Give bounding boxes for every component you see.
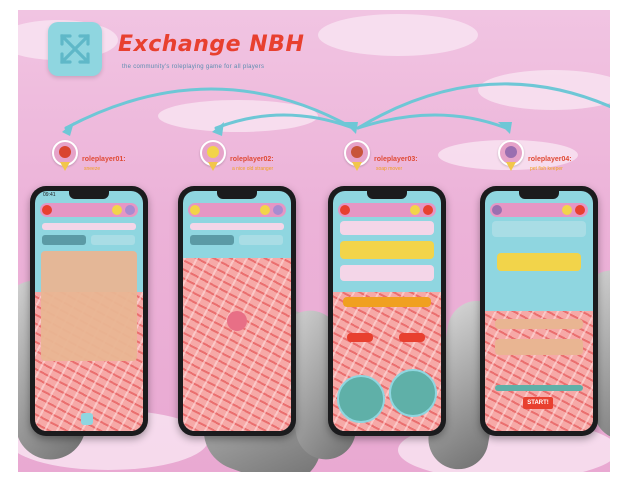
- player-name-03: roleplayer03:: [374, 156, 418, 163]
- player-sub-02: a nice old stranger: [232, 166, 274, 172]
- top-bar[interactable]: [40, 203, 138, 217]
- start-button[interactable]: START!: [523, 397, 553, 409]
- message-card: [340, 221, 434, 235]
- player-avatar-03: [344, 140, 370, 171]
- phone-mockup-01: 09:41: [30, 186, 148, 436]
- tab-button[interactable]: [42, 235, 86, 245]
- progress-bar: [495, 385, 583, 391]
- top-bar[interactable]: [490, 203, 588, 217]
- input-field[interactable]: [190, 223, 284, 230]
- player-sub-01: sneeze: [84, 166, 101, 172]
- player-sub-03: soap mover: [376, 166, 403, 172]
- player-avatar-04: [498, 140, 524, 171]
- message-card: [340, 265, 434, 281]
- choice-circle[interactable]: [337, 375, 385, 423]
- input-field[interactable]: [42, 223, 136, 230]
- info-row: [495, 319, 583, 329]
- choice-circle[interactable]: [389, 369, 437, 417]
- city-map[interactable]: [485, 311, 593, 431]
- arrowhead: [212, 122, 224, 136]
- phone-mockup-02: [178, 186, 296, 436]
- top-bar[interactable]: [188, 203, 286, 217]
- status-time: 09:41: [43, 192, 56, 198]
- phone-screen: [333, 191, 441, 431]
- tab-button[interactable]: [190, 235, 234, 245]
- phone-mockup-04: START!: [480, 186, 598, 436]
- tab-button[interactable]: [239, 235, 283, 245]
- info-row: [495, 339, 583, 355]
- message-card: [492, 221, 586, 237]
- player-name-01: roleplayer01:: [82, 156, 126, 163]
- option-button[interactable]: [399, 333, 425, 342]
- arrowhead: [62, 122, 74, 136]
- option-button[interactable]: [347, 333, 373, 342]
- highlight-card: [497, 253, 581, 271]
- arrowhead: [344, 122, 358, 134]
- action-banner[interactable]: [343, 297, 431, 307]
- tab-button[interactable]: [91, 235, 135, 245]
- info-panel: [41, 251, 137, 361]
- player-marker[interactable]: [227, 311, 247, 331]
- arc-1-3: [64, 87, 355, 130]
- player-name-04: roleplayer04:: [528, 156, 572, 163]
- exchange-arcs: [62, 82, 610, 136]
- phone-screen: [183, 191, 291, 431]
- poster-canvas: Exchange NBH the community's roleplaying…: [18, 10, 610, 472]
- player-name-02: roleplayer02:: [230, 156, 274, 163]
- player-sub-04: pet fish keeper: [530, 166, 563, 172]
- player-avatar-01: [52, 140, 78, 171]
- highlight-card: [340, 241, 434, 259]
- phone-screen: 09:41: [35, 191, 143, 431]
- phone-screen: START!: [485, 191, 593, 431]
- arrowhead: [498, 122, 512, 134]
- player-avatar-02: [200, 140, 226, 171]
- home-button[interactable]: [81, 413, 93, 425]
- top-bar[interactable]: [338, 203, 436, 217]
- phone-mockup-03: [328, 186, 446, 436]
- city-map[interactable]: [183, 258, 291, 431]
